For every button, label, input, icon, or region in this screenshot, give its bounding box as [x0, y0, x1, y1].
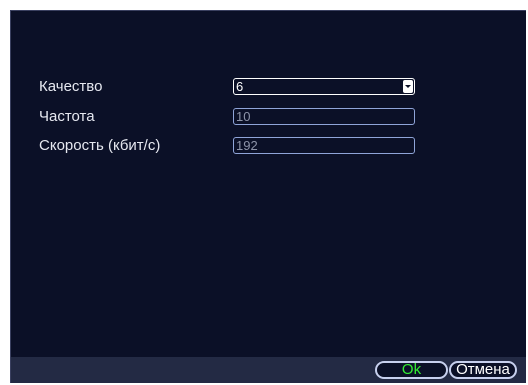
quality-select[interactable]: 6	[233, 78, 415, 95]
bitrate-label: Скорость (кбит/с)	[39, 137, 161, 154]
ok-button[interactable]: Ok	[375, 361, 448, 379]
dialog-footer: Ok Отмена	[11, 357, 526, 383]
frequency-label: Частота	[39, 108, 95, 125]
chevron-down-icon[interactable]	[403, 80, 413, 93]
cancel-button[interactable]: Отмена	[449, 361, 517, 379]
frequency-row: Частота 10	[11, 107, 526, 127]
settings-dialog: Качество 6 Частота 10 Скорость (кбит/с) …	[10, 10, 526, 383]
quality-row: Качество 6	[11, 77, 526, 97]
frequency-value: 10	[236, 109, 251, 124]
bitrate-value: 192	[236, 138, 258, 153]
frequency-field[interactable]: 10	[233, 108, 415, 125]
bitrate-field[interactable]: 192	[233, 137, 415, 154]
bitrate-row: Скорость (кбит/с) 192	[11, 136, 526, 156]
quality-value: 6	[236, 79, 244, 94]
quality-label: Качество	[39, 78, 103, 95]
